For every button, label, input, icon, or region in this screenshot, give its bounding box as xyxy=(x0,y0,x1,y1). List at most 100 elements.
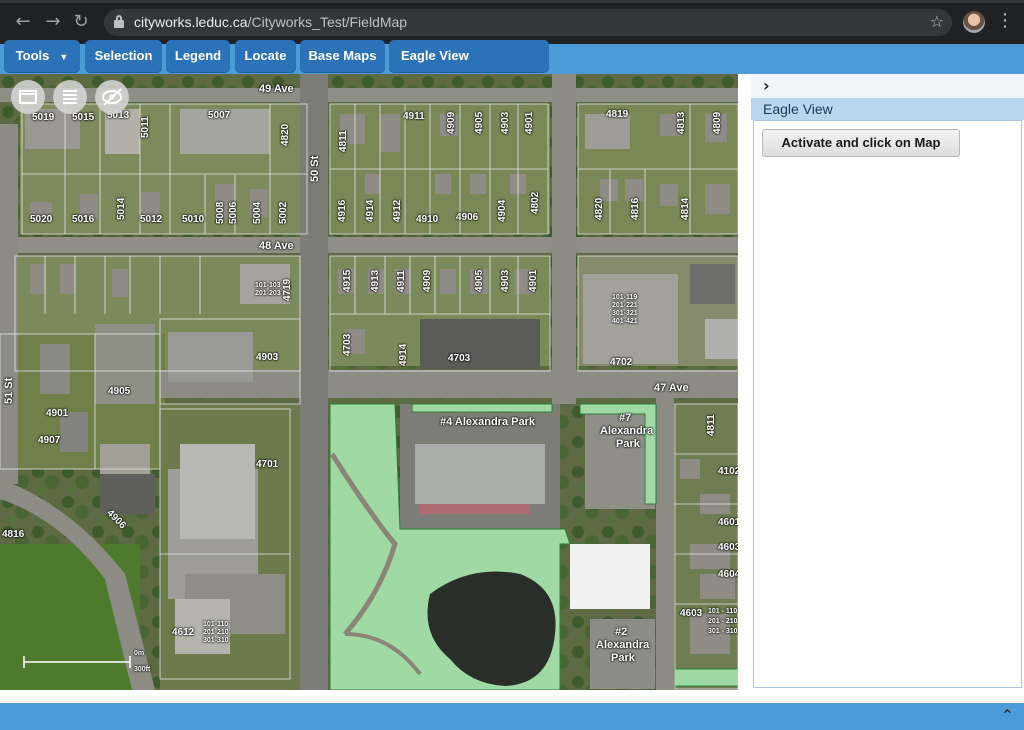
eagle-view-button[interactable]: Eagle View xyxy=(389,40,549,72)
street-label: 49 Ave xyxy=(259,83,294,95)
window-icon xyxy=(19,90,37,104)
address-label: 4820 xyxy=(280,123,291,146)
park-label: Alexandra xyxy=(596,639,650,651)
chevron-down-icon: ▼ xyxy=(59,52,69,62)
address-label: 4915 xyxy=(342,269,353,292)
address-label: 4701 xyxy=(256,459,279,470)
address-label: 4903 xyxy=(256,352,279,363)
address-label: 4914 xyxy=(398,343,409,366)
map-visibility-tool[interactable] xyxy=(95,80,129,114)
address-label: 4702 xyxy=(610,357,633,368)
street-label: 50 St xyxy=(309,155,321,182)
unit-label: 101-103 xyxy=(255,282,281,289)
address-label: 4820 xyxy=(594,197,605,220)
address-label: 4914 xyxy=(365,199,376,222)
map-list-tool[interactable] xyxy=(53,80,87,114)
address-label: 4811 xyxy=(338,130,349,152)
address-label: 4802 xyxy=(530,191,541,214)
address-label: 5016 xyxy=(72,214,95,225)
address-label: 4901 xyxy=(524,111,535,134)
address-label: 4913 xyxy=(370,269,381,292)
aerial-imagery xyxy=(0,74,738,690)
address-label: 4603 xyxy=(680,608,703,619)
list-icon xyxy=(63,90,77,104)
unit-label: 201-203 xyxy=(255,290,281,297)
address-label: 4909 xyxy=(446,111,457,134)
scale-label: 300ft xyxy=(134,666,151,673)
address-label: 4604 xyxy=(718,569,738,580)
address-label: 4814 xyxy=(680,197,691,220)
address-label: 4603 xyxy=(718,542,738,553)
address-label: 4601 xyxy=(718,517,738,528)
activate-button[interactable]: Activate and click on Map xyxy=(762,129,960,157)
address-label: 4904 xyxy=(497,199,508,222)
address-label: 5011 xyxy=(140,116,151,138)
scale-label: 0m xyxy=(134,650,145,657)
address-label: 4916 xyxy=(337,199,348,222)
address-label: 4703 xyxy=(448,353,471,364)
tools-button[interactable]: Tools ▼ xyxy=(4,40,80,72)
address-label: 4612 xyxy=(172,627,195,638)
address-label: 4910 xyxy=(416,214,439,225)
address-label: 4907 xyxy=(38,435,61,446)
unit-label: 201 - 210 xyxy=(708,618,738,625)
back-icon[interactable]: ← xyxy=(12,11,34,33)
address-label: 4102 xyxy=(718,466,738,477)
forward-icon[interactable]: → xyxy=(42,11,64,33)
address-label: 4703 xyxy=(342,333,353,356)
park-label: #7 xyxy=(619,412,632,424)
address-label: 5004 xyxy=(252,201,263,224)
address-bar[interactable]: cityworks.leduc.ca/Cityworks_Test/FieldM… xyxy=(104,9,952,36)
locate-button[interactable]: Locate xyxy=(235,40,296,72)
park-label: #4 Alexandra Park xyxy=(440,416,535,428)
map-view[interactable]: 49 Ave 48 Ave 47 Ave 50 St 51 St #4 Alex… xyxy=(0,74,738,690)
profile-avatar[interactable] xyxy=(963,11,985,33)
address-label: 4819 xyxy=(606,109,629,120)
browser-tab-strip xyxy=(0,0,1024,3)
address-label: 4816 xyxy=(630,197,641,220)
address-label: 5010 xyxy=(182,214,205,225)
selection-button[interactable]: Selection xyxy=(85,40,162,72)
url-text[interactable]: cityworks.leduc.ca/Cityworks_Test/FieldM… xyxy=(134,14,407,30)
street-label: 47 Ave xyxy=(654,382,689,394)
address-label: 5014 xyxy=(116,197,127,220)
unit-label: 101-110 xyxy=(203,621,229,628)
address-label: 4901 xyxy=(46,408,69,419)
park-label: Park xyxy=(616,438,640,450)
address-label: 5012 xyxy=(140,214,163,225)
address-label: 4911 xyxy=(396,270,407,292)
address-label: 4903 xyxy=(500,111,511,134)
bottom-bar: ⌃ xyxy=(0,703,1024,730)
side-panel: › Eagle View Activate and click on Map xyxy=(751,74,1024,690)
park-label: Park xyxy=(611,652,635,664)
base-maps-button[interactable]: Base Maps xyxy=(300,40,385,72)
unit-label: 101 - 110 xyxy=(708,608,738,615)
collapse-panel-icon[interactable]: › xyxy=(763,76,770,95)
map-window-tool[interactable] xyxy=(11,80,45,114)
address-label: 5006 xyxy=(228,201,239,224)
address-label: 5007 xyxy=(208,110,231,121)
street-label: 51 St xyxy=(3,377,15,404)
address-label: 4905 xyxy=(474,111,485,134)
panel-body: Activate and click on Map xyxy=(753,120,1022,688)
unit-label: 201-221 xyxy=(612,302,638,309)
panel-header: › xyxy=(751,74,1024,99)
address-label: 4813 xyxy=(676,111,687,134)
address-label: 4905 xyxy=(474,269,485,292)
bookmark-star-icon[interactable]: ☆ xyxy=(930,12,944,31)
address-label: 4911 xyxy=(403,111,425,122)
address-label: 4809 xyxy=(712,111,723,134)
browser-menu-icon[interactable]: ⋮ xyxy=(996,10,1014,31)
address-label: 4903 xyxy=(500,269,511,292)
address-label: 5008 xyxy=(215,201,226,224)
unit-label: 301 - 310 xyxy=(708,628,738,635)
address-label: 4905 xyxy=(108,386,131,397)
unit-label: 401-421 xyxy=(612,318,638,325)
unit-label: 201-210 xyxy=(203,629,229,636)
chevron-up-icon[interactable]: ⌃ xyxy=(1001,706,1014,725)
unit-label: 101-119 xyxy=(612,294,638,301)
address-label: 4816 xyxy=(2,529,25,540)
reload-icon[interactable]: ↻ xyxy=(70,11,92,33)
address-label: 4901 xyxy=(528,269,539,292)
legend-button[interactable]: Legend xyxy=(166,40,230,72)
